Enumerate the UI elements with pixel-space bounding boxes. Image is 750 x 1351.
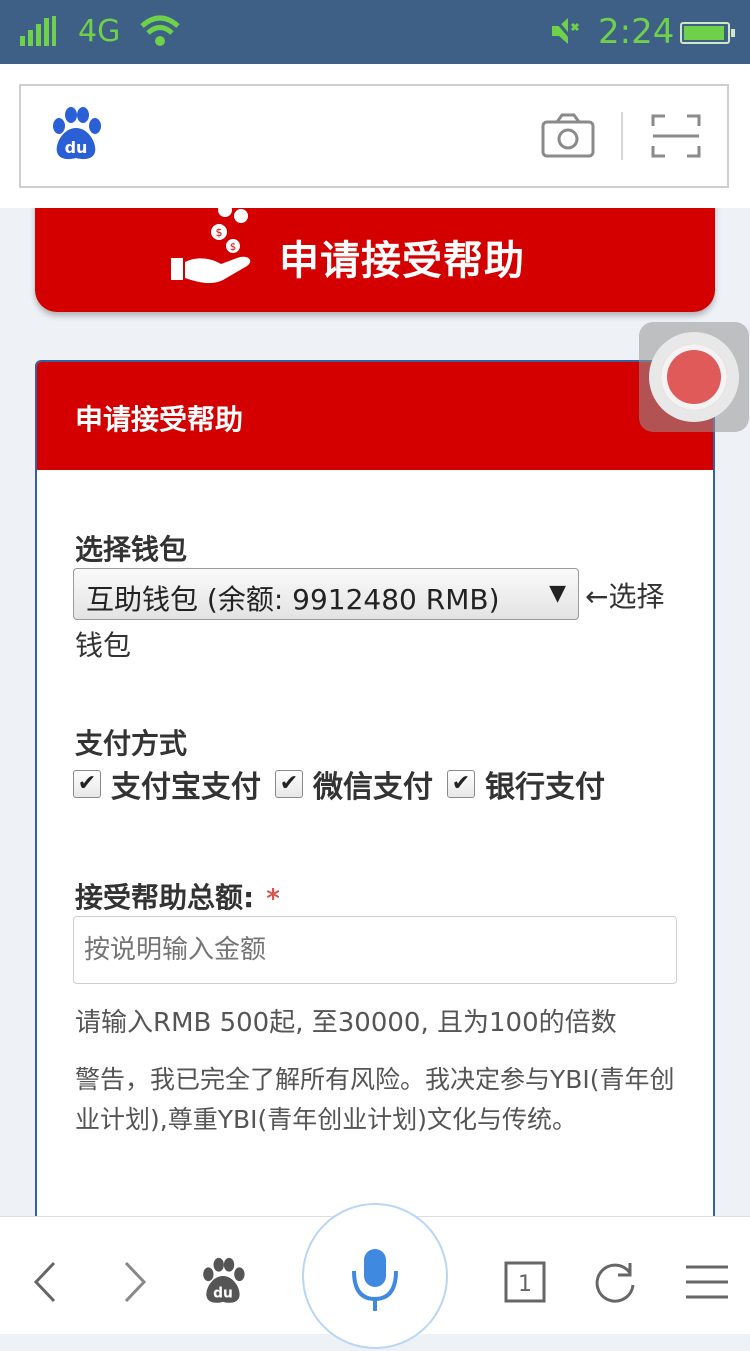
mute-icon: [548, 14, 582, 48]
amount-label: 接受帮助总额: *: [75, 876, 280, 916]
amount-label-text: 接受帮助总额:: [75, 881, 255, 914]
alipay-label[interactable]: 支付宝支付: [111, 762, 261, 806]
bank-label[interactable]: 银行支付: [485, 762, 605, 806]
wallet-label: 选择钱包: [75, 533, 188, 566]
svg-text:$: $: [230, 242, 236, 253]
amount-help-text: 请输入RMB 500起, 至30000, 且为100的倍数: [75, 1008, 617, 1038]
search-box[interactable]: du: [19, 84, 729, 188]
signal-icon: [18, 14, 58, 48]
hand-coins-icon: $ $: [167, 208, 259, 294]
microphone-icon: [352, 1249, 398, 1311]
scan-button[interactable]: [651, 112, 701, 160]
payment-options: ✔ 支付宝支付 ✔ 微信支付 ✔ 银行支付: [73, 762, 619, 806]
form-title: 申请接受帮助: [75, 403, 244, 436]
bottom-navigation: du 1: [0, 1203, 750, 1349]
camera-search-button[interactable]: [541, 112, 595, 160]
page-content[interactable]: $ $ 申请接受帮助 申请接受帮助 选择钱包 互助钱包 (余额: 9912480…: [0, 208, 750, 1216]
banner-title: 申请接受帮助: [279, 238, 525, 284]
baidu-home-icon[interactable]: du: [198, 1257, 248, 1307]
wechat-checkbox[interactable]: ✔: [275, 770, 303, 798]
back-button[interactable]: [22, 1257, 72, 1307]
browser-toolbar: du: [0, 64, 750, 209]
wallet-hint: ←选择: [585, 580, 665, 613]
clock: 2:24: [598, 12, 675, 52]
svg-text:$: $: [216, 226, 223, 239]
alipay-checkbox[interactable]: ✔: [73, 770, 101, 798]
tabs-button[interactable]: 1: [500, 1257, 550, 1307]
battery-icon: [680, 22, 735, 44]
dropdown-arrow-icon: ▼: [549, 581, 566, 606]
bank-checkbox[interactable]: ✔: [447, 770, 475, 798]
forward-button[interactable]: [108, 1257, 158, 1307]
wallet-hint-continued: 钱包: [75, 629, 132, 662]
menu-icon[interactable]: [682, 1257, 732, 1307]
voice-search-button[interactable]: [302, 1203, 448, 1349]
wechat-label[interactable]: 微信支付: [313, 762, 433, 806]
floating-assistant-button[interactable]: [639, 322, 749, 432]
wifi-icon: [138, 14, 182, 48]
payment-method-label: 支付方式: [75, 727, 188, 760]
wallet-select[interactable]: 互助钱包 (余额: 9912480 RMB) ▼: [73, 568, 579, 620]
home-logo-text: du: [213, 1286, 233, 1302]
form-header: 申请接受帮助: [37, 362, 713, 470]
help-request-form: 申请接受帮助 选择钱包 互助钱包 (余额: 9912480 RMB) ▼ ←选择…: [35, 360, 715, 1216]
amount-input[interactable]: [73, 916, 677, 984]
status-bar: 4G 2:24: [0, 0, 750, 64]
required-mark: *: [266, 884, 280, 914]
wallet-selected-value: 互助钱包 (余额: 9912480 RMB): [86, 583, 500, 616]
assistant-dot-icon: [661, 344, 727, 410]
refresh-button[interactable]: [590, 1257, 640, 1307]
risk-warning: 警告，我已完全了解所有风险。我决定参与YBI(青年创业计划),尊重YBI(青年创…: [75, 1065, 675, 1134]
network-type: 4G: [78, 14, 121, 49]
tab-count: 1: [518, 1272, 532, 1297]
toolbar-divider: [621, 112, 623, 160]
help-banner[interactable]: $ $ 申请接受帮助: [35, 208, 715, 312]
baidu-logo-icon[interactable]: du: [49, 106, 103, 164]
logo-text: du: [65, 138, 88, 157]
